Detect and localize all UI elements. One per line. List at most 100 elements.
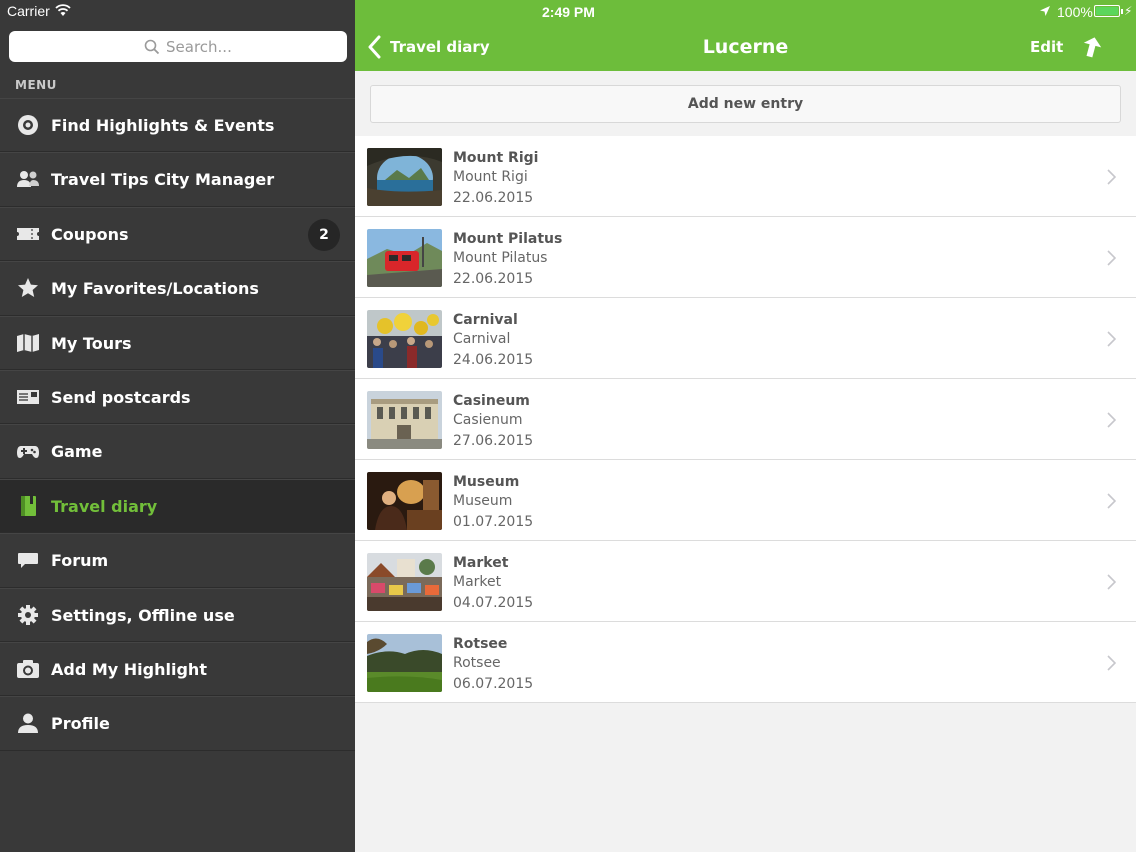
edit-button[interactable]: Edit	[1030, 38, 1063, 56]
diary-entry-row[interactable]: Casineum Casienum 27.06.2015	[355, 379, 1136, 460]
diary-icon	[21, 495, 36, 516]
entry-date: 04.07.2015	[453, 595, 534, 611]
entry-thumbnail-market	[367, 553, 442, 611]
entry-title: Market	[453, 555, 509, 571]
postcard-icon	[17, 389, 39, 404]
battery-percentage: 100%	[1057, 4, 1093, 20]
entry-thumbnail-museum	[367, 472, 442, 530]
entry-date: 27.06.2015	[453, 433, 534, 449]
menu-list: Find Highlights & Events Travel Tips Cit…	[0, 98, 355, 751]
entry-subtitle: Mount Pilatus	[453, 250, 548, 266]
target-icon	[18, 115, 38, 135]
entry-date: 22.06.2015	[453, 190, 534, 206]
menu-item-travel-diary[interactable]: Travel diary	[0, 478, 355, 534]
menu-item-label: Coupons	[51, 224, 129, 244]
menu-item-label: Game	[51, 442, 103, 462]
menu-item-send-postcards[interactable]: Send postcards	[0, 369, 355, 425]
menu-item-label: Add My Highlight	[51, 659, 207, 679]
chevron-right-icon	[1107, 493, 1116, 509]
navigation-bar: 2:49 PM 100% ⚡ Travel diary Lucerne Edit	[355, 0, 1136, 71]
menu-item-profile[interactable]: Profile	[0, 696, 355, 751]
entry-title: Mount Rigi	[453, 150, 539, 166]
entry-title: Rotsee	[453, 636, 508, 652]
menu-item-forum[interactable]: Forum	[0, 533, 355, 588]
location-arrow-icon	[1040, 6, 1050, 16]
entry-subtitle: Carnival	[453, 331, 511, 347]
menu-item-add-highlight[interactable]: Add My Highlight	[0, 641, 355, 697]
entry-thumbnail-mount-rigi	[367, 148, 442, 206]
entry-thumbnail-mount-pilatus	[367, 229, 442, 287]
person-icon	[18, 713, 38, 734]
chat-icon	[18, 553, 38, 569]
menu-item-label: Forum	[51, 551, 109, 571]
menu-item-label: Profile	[51, 714, 110, 734]
main-panel: 2:49 PM 100% ⚡ Travel diary Lucerne Edit…	[355, 0, 1136, 852]
entry-title: Museum	[453, 474, 520, 490]
charging-bolt-icon: ⚡	[1124, 4, 1133, 18]
entry-subtitle: Casienum	[453, 412, 523, 428]
carrier-label: Carrier	[7, 3, 50, 19]
menu-item-label: My Tours	[51, 333, 132, 353]
entry-subtitle: Rotsee	[453, 655, 501, 671]
menu-item-label: Settings, Offline use	[51, 605, 235, 625]
sidebar: Carrier MENU Find Highlights & Events Tr…	[0, 0, 355, 852]
camera-icon	[17, 659, 39, 678]
menu-item-my-tours[interactable]: My Tours	[0, 315, 355, 370]
diary-entry-row[interactable]: Mount Pilatus Mount Pilatus 22.06.2015	[355, 217, 1136, 298]
chevron-right-icon	[1107, 412, 1116, 428]
menu-item-label: Send postcards	[51, 387, 191, 407]
menu-item-label: Travel Tips City Manager	[51, 170, 275, 190]
menu-item-label: Find Highlights & Events	[51, 116, 275, 135]
page-title: Lucerne	[702, 36, 789, 58]
entry-title: Carnival	[453, 312, 518, 328]
search-icon	[144, 39, 160, 55]
entry-date: 22.06.2015	[453, 271, 534, 287]
entry-date: 06.07.2015	[453, 676, 534, 692]
entry-date: 01.07.2015	[453, 514, 534, 530]
chevron-right-icon	[1107, 331, 1116, 347]
menu-item-find-highlights[interactable]: Find Highlights & Events	[0, 98, 355, 153]
menu-item-label: My Favorites/Locations	[51, 279, 259, 299]
entry-thumbnail-casineum	[367, 391, 442, 449]
chevron-right-icon	[1107, 169, 1116, 185]
diary-entry-row[interactable]: Mount Rigi Mount Rigi 22.06.2015	[355, 136, 1136, 217]
menu-item-settings[interactable]: Settings, Offline use	[0, 587, 355, 642]
entry-date: 24.06.2015	[453, 352, 534, 368]
add-new-entry-button[interactable]: Add new entry	[370, 85, 1121, 123]
diary-entries-list: Mount Rigi Mount Rigi 22.06.2015 Mount P…	[355, 136, 1136, 703]
entry-subtitle: Museum	[453, 493, 513, 509]
ticket-icon	[17, 227, 39, 240]
entry-title: Casineum	[453, 393, 530, 409]
star-icon	[18, 278, 38, 298]
coupons-count-badge: 2	[308, 218, 340, 251]
search-bar[interactable]	[9, 31, 347, 62]
chevron-right-icon	[1107, 655, 1116, 671]
battery-icon	[1094, 5, 1123, 17]
gamepad-icon	[17, 446, 39, 459]
menu-item-game[interactable]: Game	[0, 424, 355, 479]
wifi-icon	[55, 4, 71, 16]
chevron-right-icon	[1107, 574, 1116, 590]
share-arrow-icon[interactable]	[1082, 36, 1102, 58]
entry-title: Mount Pilatus	[453, 231, 563, 247]
map-icon	[17, 333, 39, 352]
diary-entry-row[interactable]: Museum Museum 01.07.2015	[355, 460, 1136, 541]
menu-item-coupons[interactable]: Coupons 2	[0, 206, 355, 262]
entry-thumbnail-rotsee	[367, 634, 442, 692]
users-icon	[17, 171, 39, 188]
menu-item-travel-tips[interactable]: Travel Tips City Manager	[0, 152, 355, 207]
search-input[interactable]	[166, 35, 336, 58]
diary-entry-row[interactable]: Carnival Carnival 24.06.2015	[355, 298, 1136, 379]
chevron-right-icon	[1107, 250, 1116, 266]
diary-entry-row[interactable]: Market Market 04.07.2015	[355, 541, 1136, 622]
status-bar-left: Carrier	[0, 0, 355, 22]
entry-thumbnail-carnival	[367, 310, 442, 368]
entry-subtitle: Mount Rigi	[453, 169, 528, 185]
diary-entry-row[interactable]: Rotsee Rotsee 06.07.2015	[355, 622, 1136, 703]
menu-section-label: MENU	[15, 78, 57, 92]
gear-icon	[18, 604, 38, 625]
entry-subtitle: Market	[453, 574, 502, 590]
menu-item-label: Travel diary	[51, 496, 158, 516]
menu-item-favorites[interactable]: My Favorites/Locations	[0, 261, 355, 316]
status-time: 2:49 PM	[542, 4, 595, 20]
